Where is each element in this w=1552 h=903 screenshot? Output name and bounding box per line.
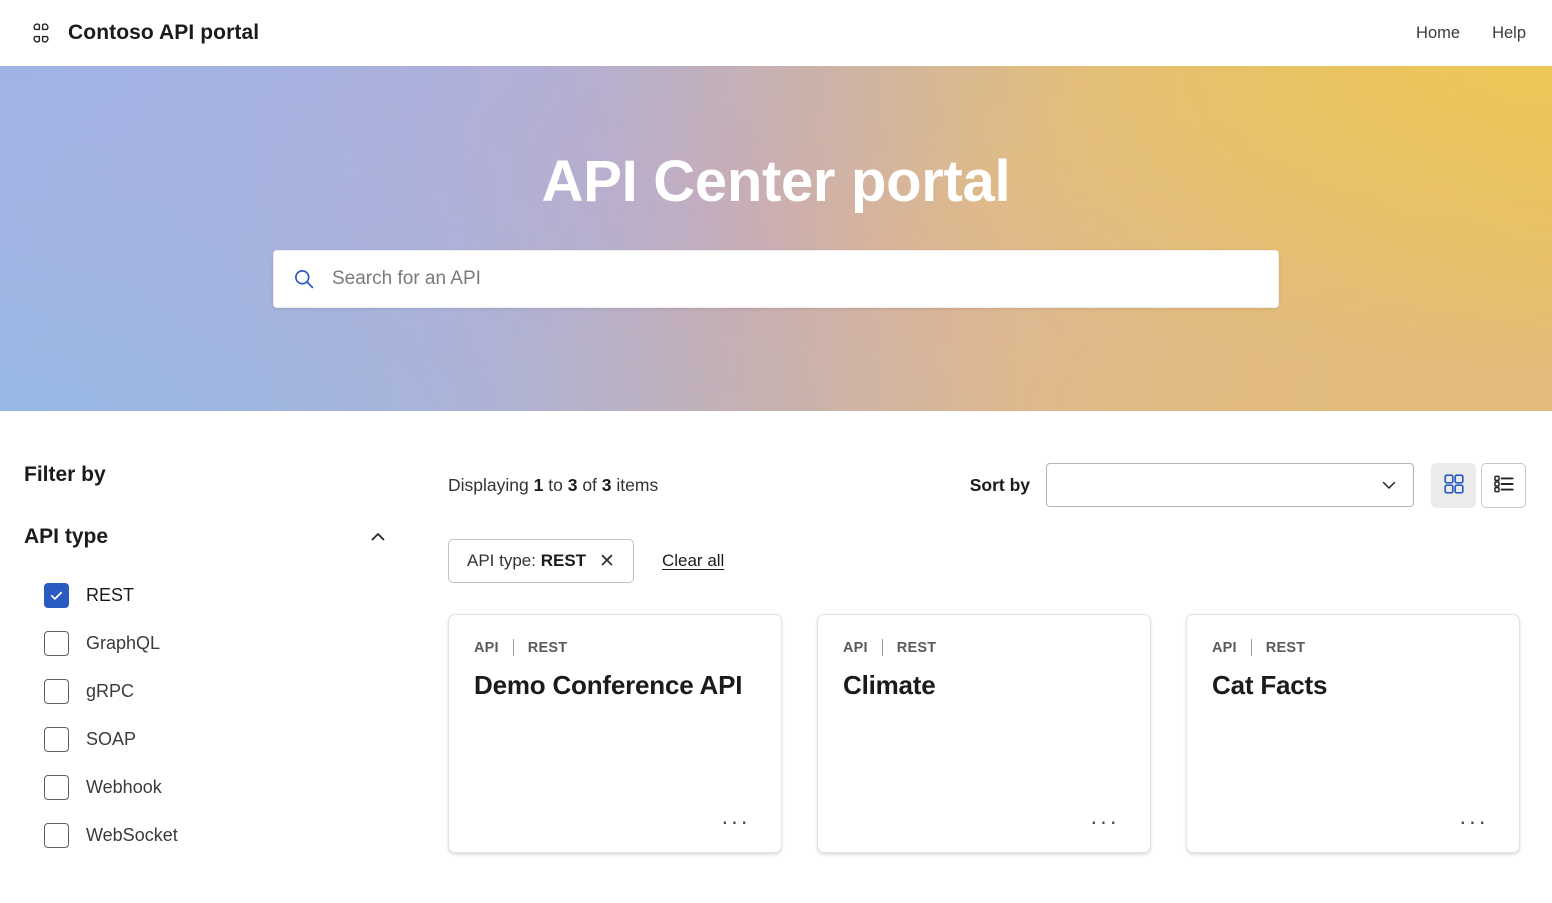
- view-toggle-group: [1431, 462, 1526, 508]
- close-icon[interactable]: ✕: [599, 552, 615, 571]
- facet-options-api-type: REST GraphQL gRPC SOAP Webhook WebSocket: [24, 571, 444, 859]
- facet-option-webhook[interactable]: Webhook: [44, 763, 444, 811]
- facet-option-graphql[interactable]: GraphQL: [44, 619, 444, 667]
- list-view-button[interactable]: [1481, 462, 1526, 508]
- card-meta: API REST: [474, 639, 756, 656]
- nav-link-home[interactable]: Home: [1416, 24, 1460, 43]
- facet-option-grpc[interactable]: gRPC: [44, 667, 444, 715]
- results-toolbar: Displaying 1 to 3 of 3 items Sort by: [444, 462, 1526, 508]
- search-input[interactable]: [330, 250, 1260, 307]
- facet-label-grpc: gRPC: [86, 680, 135, 701]
- facet-option-websocket[interactable]: WebSocket: [44, 811, 444, 859]
- card-title: Demo Conference API: [474, 670, 743, 700]
- more-ellipsis-icon[interactable]: ···: [711, 810, 756, 838]
- page-title: API Center portal: [541, 149, 1011, 214]
- card-meta: API REST: [1212, 639, 1494, 656]
- checkbox-graphql[interactable]: [44, 630, 69, 656]
- nav-link-help[interactable]: Help: [1492, 24, 1526, 43]
- grid-view-icon: [1442, 472, 1466, 499]
- results-count-of: of: [582, 474, 597, 495]
- active-filters-row: API type: REST ✕ Clear all: [444, 539, 1526, 583]
- facet-option-soap[interactable]: SOAP: [44, 715, 444, 763]
- clear-all-link[interactable]: Clear all: [662, 551, 724, 571]
- list-view-icon: [1492, 472, 1516, 499]
- filter-by-heading: Filter by: [24, 463, 106, 486]
- sort-by-select[interactable]: [1046, 463, 1414, 507]
- meta-divider: [512, 639, 514, 656]
- filter-chip-prefix: API type:: [467, 551, 541, 570]
- api-card[interactable]: API REST Climate ···: [817, 614, 1151, 853]
- api-card[interactable]: API REST Cat Facts ···: [1186, 614, 1520, 853]
- card-kind: API: [1212, 639, 1237, 656]
- filter-sidebar: Filter by API type REST GraphQL gRPC SOA…: [24, 411, 444, 859]
- card-meta: API REST: [843, 639, 1125, 656]
- card-type: REST: [527, 639, 568, 656]
- search-box[interactable]: [273, 249, 1279, 308]
- brand-link[interactable]: Contoso API portal: [28, 20, 259, 46]
- facet-label-rest: REST: [86, 584, 135, 605]
- results-count-middle: to: [548, 474, 563, 495]
- card-spacer: [1212, 701, 1494, 810]
- api-card-grid: API REST Demo Conference API ··· API RES…: [444, 614, 1526, 853]
- brand-title: Contoso API portal: [68, 21, 260, 44]
- facet-option-rest[interactable]: REST: [44, 571, 444, 619]
- filter-chip-text: API type: REST: [467, 551, 586, 571]
- grid-view-button[interactable]: [1431, 462, 1476, 508]
- more-ellipsis-icon[interactable]: ···: [1080, 810, 1125, 838]
- card-type: REST: [1265, 639, 1306, 656]
- checkbox-rest[interactable]: [44, 582, 69, 608]
- facet-label-soap: SOAP: [86, 728, 137, 749]
- card-title: Cat Facts: [1212, 670, 1328, 700]
- search-icon: [292, 267, 330, 291]
- results-count-prefix: Displaying: [448, 474, 529, 495]
- content-area: Filter by API type REST GraphQL gRPC SOA…: [0, 411, 1552, 859]
- more-ellipsis-icon[interactable]: ···: [1449, 810, 1494, 838]
- results-count: Displaying 1 to 3 of 3 items: [448, 475, 658, 496]
- card-type: REST: [896, 639, 937, 656]
- facet-title-api-type: API type: [24, 525, 109, 548]
- checkbox-grpc[interactable]: [44, 678, 69, 704]
- facet-label-webhook: Webhook: [86, 776, 162, 797]
- results-count-total: 3: [601, 474, 612, 495]
- card-spacer: [843, 701, 1125, 810]
- checkbox-websocket[interactable]: [44, 822, 69, 848]
- filter-chip-value: REST: [540, 551, 587, 570]
- checkbox-soap[interactable]: [44, 726, 69, 752]
- chevron-down-icon: [1379, 475, 1399, 495]
- card-kind: API: [474, 639, 499, 656]
- card-kind: API: [843, 639, 868, 656]
- results-count-from: 1: [533, 474, 544, 495]
- site-header: Contoso API portal Home Help: [0, 0, 1552, 66]
- card-spacer: [474, 701, 756, 810]
- clover-grid-icon: [28, 20, 54, 46]
- results-panel: Displaying 1 to 3 of 3 items Sort by API…: [444, 411, 1526, 859]
- meta-divider: [1250, 639, 1252, 656]
- header-nav: Home Help: [1416, 24, 1526, 43]
- hero-banner: API Center portal: [0, 66, 1552, 411]
- sort-by-label: Sort by: [969, 474, 1030, 495]
- facet-label-graphql: GraphQL: [86, 632, 161, 653]
- facet-label-websocket: WebSocket: [86, 824, 178, 845]
- results-count-suffix: items: [616, 474, 659, 495]
- chevron-up-icon[interactable]: [368, 527, 394, 547]
- card-title: Climate: [843, 670, 936, 700]
- results-count-to: 3: [567, 474, 578, 495]
- checkbox-webhook[interactable]: [44, 774, 69, 800]
- api-card[interactable]: API REST Demo Conference API ···: [448, 614, 782, 853]
- facet-header-api-type[interactable]: API type: [24, 525, 394, 549]
- filter-chip-api-type[interactable]: API type: REST ✕: [448, 539, 634, 583]
- meta-divider: [881, 639, 883, 656]
